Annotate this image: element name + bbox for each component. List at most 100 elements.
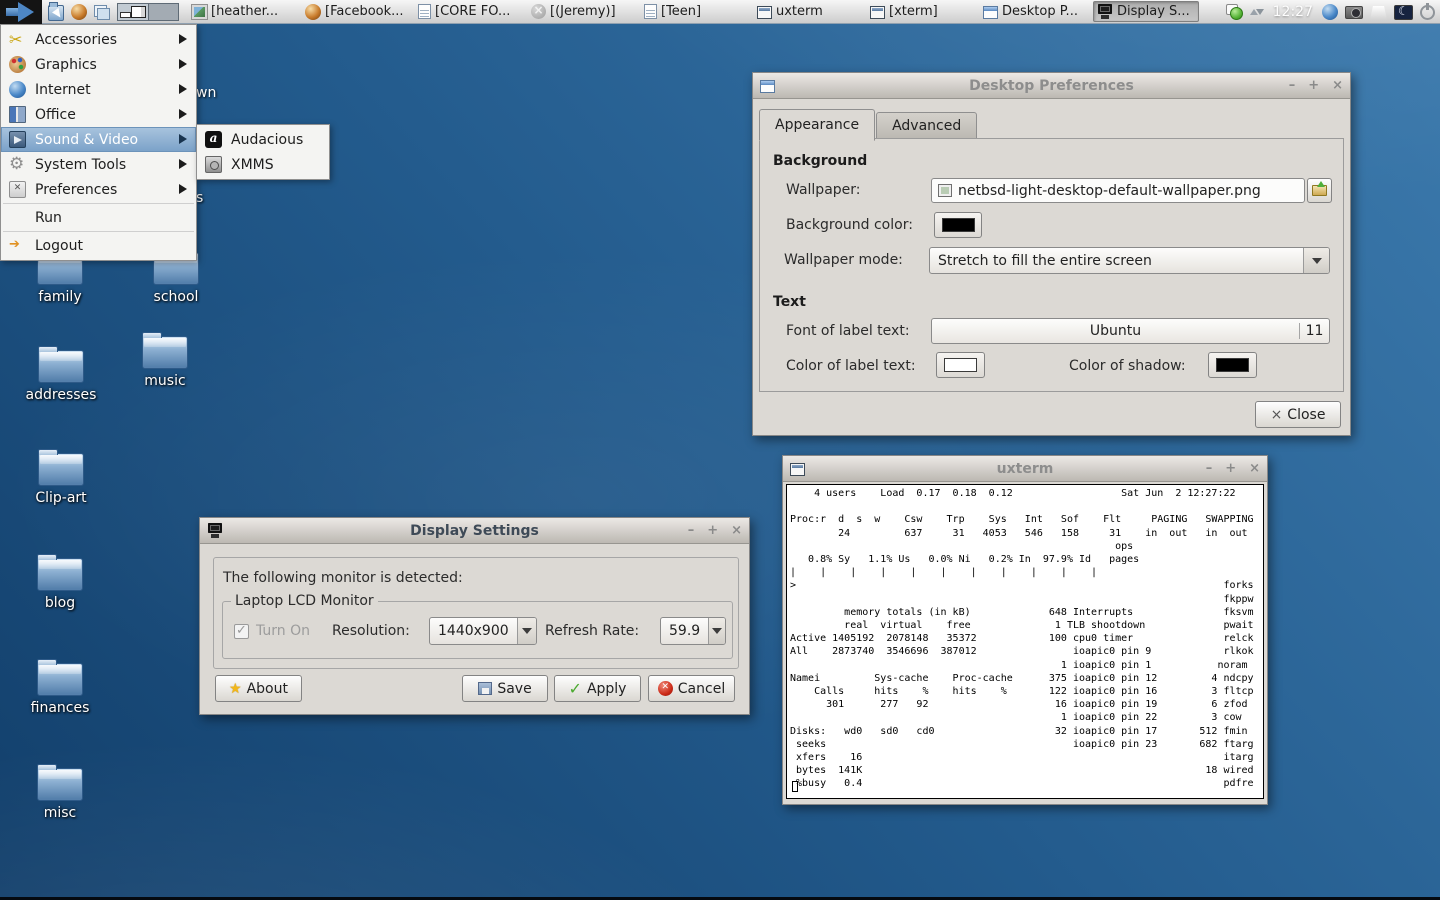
clock[interactable]: 12:27 bbox=[1271, 4, 1315, 20]
desktop-icon-label: music bbox=[119, 373, 211, 389]
menu-item-run[interactable]: Run bbox=[1, 205, 196, 230]
menu-item-system-tools[interactable]: System Tools bbox=[1, 152, 196, 177]
font-name-value: Ubuntu bbox=[932, 323, 1299, 339]
taskbar-button-label: [heather... bbox=[211, 4, 278, 19]
browser-icon[interactable] bbox=[71, 4, 87, 20]
folder-icon bbox=[37, 558, 83, 591]
wallpaper-mode-dropdown[interactable]: Stretch to fill the entire screen bbox=[929, 247, 1330, 274]
resolution-value: 1440x900 bbox=[430, 623, 517, 639]
close-dialog-button[interactable]: × Close bbox=[1255, 401, 1341, 428]
cancel-button[interactable]: Cancel bbox=[648, 675, 735, 702]
tab-advanced[interactable]: Advanced bbox=[876, 112, 977, 141]
tab-appearance[interactable]: Appearance bbox=[759, 109, 875, 141]
taskbar-button[interactable]: [Teen] bbox=[641, 1, 747, 22]
network-traffic-icon[interactable] bbox=[1250, 4, 1264, 20]
menu-item-preferences[interactable]: Preferences bbox=[1, 177, 196, 202]
refresh-rate-label: Refresh Rate: bbox=[545, 623, 639, 639]
maximize-button[interactable]: + bbox=[1308, 73, 1319, 99]
desktop-icon-music[interactable]: music bbox=[119, 336, 211, 389]
taskbar-button-label: Desktop P... bbox=[1002, 4, 1078, 19]
taskbar-button[interactable]: [(Jeremy)] bbox=[528, 1, 634, 22]
resolution-dropdown[interactable]: 1440x900 bbox=[429, 617, 537, 645]
screenshot-icon[interactable] bbox=[1345, 6, 1363, 19]
wallpaper-label: Wallpaper: bbox=[786, 182, 861, 198]
wallpaper-browse-button[interactable] bbox=[1307, 178, 1332, 203]
shadow-color-swatch[interactable] bbox=[1208, 352, 1257, 378]
taskbar-button-label: [Facebook... bbox=[325, 4, 404, 19]
menu-item-sound-video[interactable]: Sound & Video bbox=[1, 127, 196, 152]
submenu-item-xmms[interactable]: XMMS bbox=[197, 152, 329, 177]
menu-item-graphics[interactable]: Graphics bbox=[1, 52, 196, 77]
taskbar-button[interactable]: [heather... bbox=[189, 1, 295, 22]
menu-item-accessories[interactable]: Accessories bbox=[1, 27, 196, 52]
dropdown-arrow-icon[interactable] bbox=[708, 618, 725, 644]
save-button[interactable]: Save bbox=[462, 675, 548, 702]
taskbar-button[interactable]: [xterm] bbox=[867, 1, 973, 22]
screensaver-icon[interactable] bbox=[1394, 5, 1413, 20]
workspace-2[interactable] bbox=[148, 4, 179, 20]
close-button[interactable]: × bbox=[1249, 456, 1260, 482]
close-button[interactable]: × bbox=[731, 518, 742, 544]
maximize-button[interactable]: + bbox=[1225, 456, 1236, 482]
refresh-rate-dropdown[interactable]: 59.9 bbox=[660, 617, 726, 645]
taskbar: [heather... [Facebook... [CORE FO... [(J… bbox=[0, 0, 1440, 24]
uxterm-window: uxterm – + × 4 users Load 0.17 0.18 0.12… bbox=[782, 455, 1268, 805]
x-circle-icon bbox=[531, 4, 546, 19]
submenu-item-audacious[interactable]: Audacious bbox=[197, 127, 329, 152]
maximize-button[interactable]: + bbox=[707, 518, 718, 544]
wallpaper-path-field[interactable]: netbsd-light-desktop-default-wallpaper.p… bbox=[931, 178, 1305, 203]
minimize-button[interactable]: – bbox=[1206, 456, 1213, 482]
windows-icon[interactable] bbox=[94, 4, 110, 20]
title-bar[interactable]: Desktop Preferences – + × bbox=[753, 73, 1350, 99]
taskbar-button-label: uxterm bbox=[776, 4, 823, 19]
globe-tray-icon[interactable] bbox=[1322, 4, 1338, 20]
terminal-screen[interactable]: 4 users Load 0.17 0.18 0.12 Sat Jun 2 12… bbox=[786, 484, 1264, 799]
menu-item-office[interactable]: Office bbox=[1, 102, 196, 127]
taskbar-button[interactable]: uxterm bbox=[754, 1, 860, 22]
desktop-icon-label: finances bbox=[14, 700, 106, 716]
about-button[interactable]: ★About bbox=[215, 675, 302, 702]
taskbar-button-active[interactable]: Display S... bbox=[1093, 1, 1199, 22]
messenger-tray-icon[interactable] bbox=[1226, 4, 1243, 20]
desktop-icon-misc[interactable]: misc bbox=[14, 768, 106, 821]
save-disk-icon bbox=[478, 682, 492, 695]
workspace-1[interactable] bbox=[118, 4, 148, 20]
close-button[interactable]: × bbox=[1332, 73, 1343, 99]
font-picker-button[interactable]: Ubuntu 11 bbox=[931, 318, 1330, 344]
desktop-icon-blog[interactable]: blog bbox=[14, 558, 106, 611]
background-color-swatch[interactable] bbox=[934, 212, 982, 238]
submenu-arrow-icon bbox=[179, 159, 187, 169]
desktop: [heather... [Facebook... [CORE FO... [(J… bbox=[0, 0, 1440, 900]
menu-item-internet[interactable]: Internet bbox=[1, 77, 196, 102]
desktop-icon-finances[interactable]: finances bbox=[14, 663, 106, 716]
title-bar[interactable]: uxterm – + × bbox=[783, 456, 1267, 482]
taskbar-button[interactable]: Desktop P... bbox=[980, 1, 1086, 22]
dropdown-arrow-icon[interactable] bbox=[517, 618, 536, 644]
dropdown-arrow-icon[interactable] bbox=[1303, 248, 1329, 273]
title-bar[interactable]: Display Settings – + × bbox=[200, 518, 749, 544]
application-menu: Accessories Graphics Internet Office Sou… bbox=[0, 24, 197, 261]
monitor-groupbox-legend: Laptop LCD Monitor bbox=[231, 593, 378, 609]
minimize-button[interactable]: – bbox=[688, 518, 695, 544]
taskbar-button-label: [Teen] bbox=[661, 4, 701, 19]
desktop-icon-label: family bbox=[14, 289, 106, 305]
quick-launchers bbox=[48, 3, 179, 21]
apply-button[interactable]: ✓Apply bbox=[554, 675, 641, 702]
desktop-icon-clip-art[interactable]: Clip-art bbox=[15, 453, 107, 506]
workspace-pager[interactable] bbox=[117, 3, 179, 21]
file-manager-icon[interactable] bbox=[48, 5, 64, 21]
power-icon[interactable] bbox=[1420, 5, 1435, 20]
app-menu-button[interactable] bbox=[0, 0, 42, 24]
paper-icon[interactable] bbox=[1370, 6, 1387, 20]
system-tray: 12:27 bbox=[1226, 4, 1440, 20]
taskbar-button[interactable]: [CORE FO... bbox=[415, 1, 521, 22]
taskbar-button[interactable]: [Facebook... bbox=[302, 1, 408, 22]
turn-on-checkbox[interactable] bbox=[234, 624, 249, 639]
desktop-icon-addresses[interactable]: addresses bbox=[15, 350, 107, 403]
terminal-icon bbox=[870, 6, 885, 19]
menu-item-logout[interactable]: Logout bbox=[1, 233, 196, 258]
monitor-groupbox: Laptop LCD Monitor Turn On Resolution: 1… bbox=[222, 601, 733, 659]
window-icon bbox=[760, 80, 775, 93]
label-text-color-swatch[interactable] bbox=[936, 352, 985, 378]
minimize-button[interactable]: – bbox=[1289, 73, 1296, 99]
